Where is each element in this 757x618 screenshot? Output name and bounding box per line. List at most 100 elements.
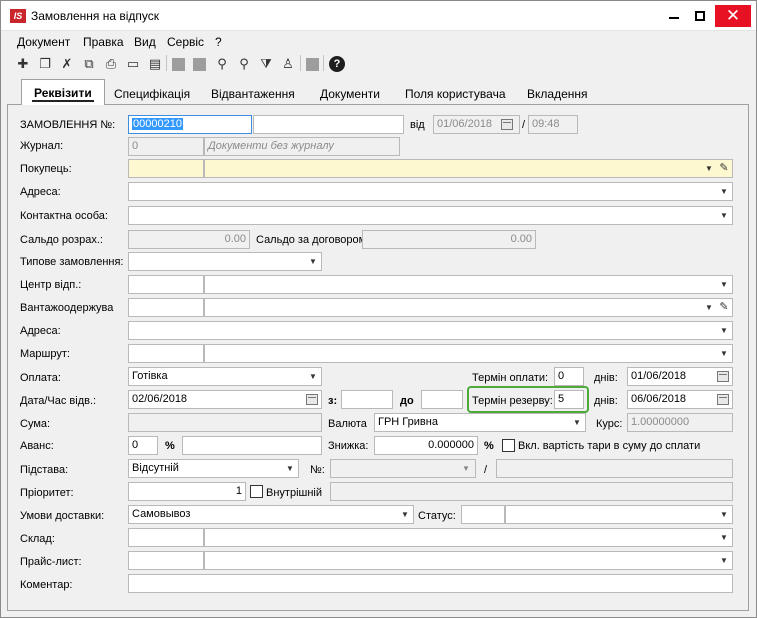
menu-view[interactable]: Вид — [134, 35, 156, 49]
buyer-name-field[interactable] — [204, 159, 733, 178]
tab-attachments[interactable]: Вкладення — [527, 83, 588, 105]
journal-name-field[interactable]: Документи без журналу — [204, 137, 400, 156]
tab-shipment[interactable]: Відвантаження — [211, 83, 295, 105]
chevron-down-icon[interactable]: ▼ — [283, 460, 297, 477]
block-icon[interactable] — [172, 58, 185, 71]
search-next-icon[interactable]: ⚲ — [236, 55, 252, 73]
contact-person-select[interactable] — [128, 206, 733, 225]
warehouse-select[interactable] — [204, 528, 733, 547]
priority-label: Пріоритет: — [20, 487, 74, 499]
advance-amount-field[interactable] — [182, 436, 322, 455]
internal-checkbox[interactable] — [250, 485, 263, 498]
comment-field[interactable] — [128, 574, 733, 593]
chevron-down-icon[interactable]: ▼ — [717, 276, 731, 293]
pencil-icon[interactable]: ✎ — [718, 160, 730, 177]
status-code-field[interactable] — [461, 505, 505, 524]
filter-icon[interactable]: ⧩ — [258, 55, 274, 73]
payment-term-field[interactable]: 0 — [554, 367, 584, 386]
menu-edit[interactable]: Правка — [83, 35, 124, 49]
maximize-button[interactable] — [687, 5, 713, 27]
discount-field[interactable]: 0.000000 — [374, 436, 478, 455]
minimize-icon — [669, 17, 679, 19]
edit-icon[interactable]: ▤ — [147, 55, 163, 73]
consignee-address-select[interactable] — [128, 321, 733, 340]
chevron-down-icon[interactable]: ▼ — [717, 506, 731, 523]
time-to-field[interactable] — [421, 390, 463, 409]
time-from-label: з: — [328, 395, 338, 407]
sum-label: Сума: — [20, 418, 51, 430]
chevron-down-icon[interactable]: ▼ — [306, 368, 320, 385]
title-bar: IS Замовлення на відпуск ✕ — [1, 1, 756, 31]
add-icon[interactable]: ✚ — [15, 55, 31, 73]
chevron-down-icon[interactable]: ▼ — [570, 414, 584, 431]
chevron-down-icon[interactable]: ▼ — [717, 207, 731, 224]
status-select[interactable] — [505, 505, 733, 524]
time-from-field[interactable] — [341, 390, 393, 409]
copy-icon[interactable]: ⧉ — [81, 55, 97, 73]
reserve-term-field[interactable]: 5 — [554, 390, 584, 409]
help-icon[interactable]: ? — [329, 56, 345, 72]
advance-field[interactable]: 0 — [128, 436, 158, 455]
basis-select[interactable]: Відсутній — [128, 459, 299, 478]
pricelist-select[interactable] — [204, 551, 733, 570]
center-name-select[interactable] — [204, 275, 733, 294]
chevron-down-icon[interactable]: ▼ — [717, 322, 731, 339]
warehouse-code-field[interactable] — [128, 528, 204, 547]
ship-date-field[interactable]: 02/06/2018 — [128, 390, 322, 409]
open-icon[interactable]: ▭ — [125, 55, 141, 73]
structure-icon[interactable]: ♙ — [280, 55, 296, 73]
close-button[interactable]: ✕ — [715, 5, 751, 27]
route-name-select[interactable] — [204, 344, 733, 363]
add-copy-icon[interactable]: ❐ — [37, 55, 53, 73]
chevron-down-icon[interactable]: ▼ — [717, 183, 731, 200]
delete-icon[interactable]: ✗ — [59, 55, 75, 73]
center-label: Центр відп.: — [20, 279, 82, 291]
minimize-button[interactable] — [661, 5, 687, 27]
calendar-icon[interactable] — [501, 119, 513, 130]
reserve-term-label: Термін резерву: — [472, 395, 553, 407]
tab-documents[interactable]: Документи — [320, 83, 380, 105]
journal-code-field[interactable]: 0 — [128, 137, 204, 156]
typical-order-select[interactable] — [128, 252, 322, 271]
print-icon[interactable]: ⎙ — [103, 55, 119, 73]
menu-document[interactable]: Документ — [17, 35, 70, 49]
tab-requisites[interactable]: Реквізити — [21, 79, 105, 106]
search-icon[interactable]: ⚲ — [214, 55, 230, 73]
chevron-down-icon[interactable]: ▼ — [717, 529, 731, 546]
payment-select[interactable]: Готівка — [128, 367, 322, 386]
tab-specification[interactable]: Специфікація — [114, 83, 190, 105]
delivery-select[interactable]: Самовывоз — [128, 505, 414, 524]
consignee-label: Вантажоодержува — [20, 302, 114, 314]
tare-checkbox[interactable] — [502, 439, 515, 452]
priority-field[interactable]: 1 — [128, 482, 246, 501]
chevron-down-icon[interactable]: ▼ — [459, 460, 473, 477]
chevron-down-icon[interactable]: ▼ — [717, 552, 731, 569]
order-time-field[interactable]: 09:48 — [528, 115, 578, 134]
order-number-field[interactable]: 00000210 — [128, 115, 252, 134]
buyer-code-field[interactable] — [128, 159, 204, 178]
block-icon[interactable] — [306, 58, 319, 71]
center-code-field[interactable] — [128, 275, 204, 294]
calendar-icon[interactable] — [306, 394, 318, 405]
menu-service[interactable]: Сервіс — [167, 35, 204, 49]
pencil-icon[interactable]: ✎ — [718, 299, 730, 316]
order-number-suffix-field[interactable] — [253, 115, 404, 134]
pricelist-code-field[interactable] — [128, 551, 204, 570]
menu-help[interactable]: ? — [215, 35, 222, 49]
comment-label: Коментар: — [20, 579, 73, 591]
calendar-icon[interactable] — [717, 371, 729, 382]
chevron-down-icon[interactable]: ▼ — [398, 506, 412, 523]
chevron-down-icon[interactable]: ▼ — [717, 345, 731, 362]
route-code-field[interactable] — [128, 344, 204, 363]
chevron-down-icon[interactable]: ▼ — [702, 160, 716, 177]
tab-user-fields[interactable]: Поля користувача — [405, 83, 506, 105]
basis-number-select[interactable] — [330, 459, 476, 478]
address-select[interactable] — [128, 182, 733, 201]
chevron-down-icon[interactable]: ▼ — [306, 253, 320, 270]
block-icon[interactable] — [193, 58, 206, 71]
consignee-code-field[interactable] — [128, 298, 204, 317]
calendar-icon[interactable] — [717, 394, 729, 405]
currency-select[interactable]: ГРН Гривна — [374, 413, 586, 432]
consignee-name-field[interactable] — [204, 298, 733, 317]
chevron-down-icon[interactable]: ▼ — [702, 299, 716, 316]
